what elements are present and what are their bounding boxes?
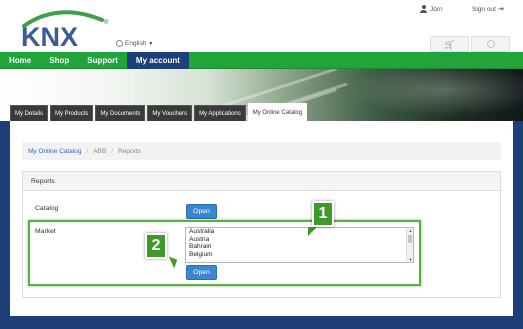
sign-out-icon: ⇥ <box>497 6 504 13</box>
tab-my-details[interactable]: My Details <box>10 105 49 121</box>
catalog-label: Catalog <box>35 205 59 212</box>
language-label: English <box>125 40 147 47</box>
breadcrumb-item-abb: ABB <box>93 147 107 155</box>
user-icon <box>420 5 427 13</box>
tab-my-vouchers[interactable]: My Vouchers <box>147 105 193 121</box>
tab-my-documents[interactable]: My Documents <box>95 105 146 121</box>
market-label: Market <box>35 228 56 235</box>
nav-home[interactable]: Home <box>0 52 40 69</box>
market-select[interactable]: Australia Austria Bahrain Belgium ▲ ▼ <box>185 227 414 263</box>
catalog-open-button[interactable]: Open <box>186 204 217 219</box>
site-header: KNX ® English ▼ Jörn Sign out ⇥ 🛒 <box>0 0 523 52</box>
globe-icon <box>116 40 123 47</box>
logo-text: KNX <box>21 22 78 48</box>
tab-my-products[interactable]: My Products <box>50 105 94 121</box>
nav-shop[interactable]: Shop <box>40 52 78 69</box>
language-selector[interactable]: English ▼ <box>116 40 153 47</box>
breadcrumb-link-catalog[interactable]: My Online Catalog <box>28 148 81 155</box>
user-menu[interactable]: Jörn <box>420 5 443 13</box>
market-option[interactable]: Bahrain <box>186 243 413 251</box>
main-content: My Online Catalog / ABB / Reports Report… <box>10 121 513 316</box>
market-scrollbar[interactable]: ▲ ▼ <box>406 228 413 262</box>
callout-arrow <box>308 227 317 236</box>
market-option[interactable]: Belgium <box>186 251 413 259</box>
page: KNX ® English ▼ Jörn Sign out ⇥ 🛒 Home S… <box>0 0 523 329</box>
nav-my-account[interactable]: My account <box>126 52 189 69</box>
market-open-button[interactable]: Open <box>186 265 217 280</box>
callout-1: 1 <box>312 201 334 227</box>
main-nav: Home Shop Support My account <box>0 52 523 69</box>
tab-my-applications[interactable]: My Applications <box>194 105 246 121</box>
region-button[interactable] <box>471 36 510 52</box>
scroll-up-icon[interactable]: ▲ <box>408 228 413 233</box>
knx-logo[interactable]: KNX ® <box>18 6 113 48</box>
breadcrumb-separator: / <box>86 147 89 155</box>
breadcrumb-item-reports: Reports <box>118 147 141 155</box>
breadcrumb: My Online Catalog / ABB / Reports <box>22 142 501 160</box>
panel-title: Reports <box>23 172 500 191</box>
account-tabs: My Details My Products My Documents My V… <box>10 103 308 121</box>
sign-out-link[interactable]: Sign out ⇥ <box>472 5 504 14</box>
caret-down-icon: ▼ <box>148 40 154 47</box>
nav-support[interactable]: Support <box>78 52 127 69</box>
cart-button[interactable]: 🛒 <box>430 36 469 52</box>
market-option[interactable]: Austria <box>186 236 413 244</box>
callout-2: 2 <box>145 233 167 259</box>
globe-icon <box>486 40 495 48</box>
cart-icon: 🛒 <box>444 39 455 49</box>
market-option[interactable]: Australia <box>186 228 413 236</box>
tab-my-online-catalog[interactable]: My Online Catalog <box>247 103 308 121</box>
scroll-down-icon[interactable]: ▼ <box>408 257 413 262</box>
breadcrumb-separator: / <box>111 147 114 155</box>
sign-out-label: Sign out <box>472 5 496 13</box>
svg-text:®: ® <box>104 19 109 26</box>
scroll-thumb[interactable] <box>408 235 412 243</box>
user-name: Jörn <box>430 5 443 13</box>
